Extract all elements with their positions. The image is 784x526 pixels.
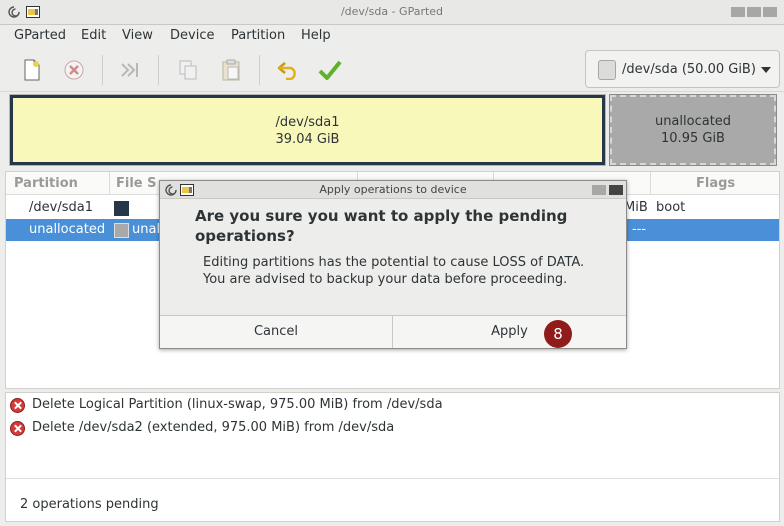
menu-partition[interactable]: Partition (231, 28, 285, 43)
menu-view[interactable]: View (122, 28, 153, 43)
cell-flags: boot (656, 200, 686, 215)
partition-block-name: /dev/sda1 (275, 115, 340, 130)
menu-bar: GParted Edit View Device Partition Help (0, 25, 784, 47)
delete-operation-icon (10, 421, 25, 436)
column-header-flags[interactable]: Flags (696, 176, 735, 191)
apply-button-label: Apply (491, 324, 528, 339)
paste-button[interactable] (217, 56, 245, 84)
paste-icon (222, 59, 240, 81)
close-window-button[interactable] (763, 7, 777, 17)
partition-block-sda1[interactable]: /dev/sda1 39.04 GiB (9, 94, 606, 166)
cell-partition: unallocated (29, 222, 106, 237)
new-partition-button[interactable] (18, 56, 46, 84)
toolbar-separator (102, 55, 103, 85)
minimize-button[interactable] (731, 7, 745, 17)
dialog-message-line: Editing partitions has the potential to … (203, 255, 585, 270)
resize-move-icon (121, 63, 138, 77)
new-document-icon (24, 59, 40, 81)
partition-block-name: unallocated (654, 114, 732, 129)
cell-partition: /dev/sda1 (29, 200, 93, 215)
copy-button[interactable] (174, 56, 202, 84)
status-text: 2 operations pending (20, 497, 159, 512)
operation-text: Delete Logical Partition (linux-swap, 97… (32, 397, 443, 412)
dialog-title: Apply operations to device (319, 183, 467, 196)
delete-partition-button[interactable] (60, 56, 88, 84)
menu-gparted[interactable]: GParted (14, 28, 66, 43)
partition-block-size: 39.04 GiB (275, 132, 340, 147)
device-selector[interactable]: /dev/sda (50.00 GiB) (585, 50, 780, 88)
column-divider (650, 172, 651, 195)
step-number-badge: 8 (544, 320, 572, 348)
filesystem-color-swatch (114, 223, 129, 238)
partition-block-unallocated[interactable]: unallocated 10.95 GiB (609, 94, 777, 166)
delete-operation-icon (10, 398, 25, 413)
dialog-close-button[interactable] (609, 185, 623, 195)
cell-size-tail: MiB (624, 200, 648, 215)
cancel-button-label: Cancel (253, 324, 299, 339)
menu-device[interactable]: Device (170, 28, 214, 43)
dialog-apply-button[interactable]: Apply (393, 316, 626, 348)
dialog-heading: Are you sure you want to apply the pendi… (195, 207, 568, 245)
copy-icon (179, 60, 197, 80)
dialog-button-bar: Cancel Apply 8 (160, 315, 626, 348)
apply-confirmation-dialog: Apply operations to device Are you sure … (159, 180, 627, 349)
divider (6, 478, 779, 479)
column-header-partition[interactable]: Partition (14, 176, 78, 191)
filesystem-color-swatch (114, 201, 129, 216)
delete-icon (64, 60, 84, 80)
menu-help[interactable]: Help (301, 28, 331, 43)
column-divider (109, 172, 110, 195)
undo-arrow-icon (277, 62, 296, 80)
column-header-filesystem[interactable]: File S (116, 176, 157, 191)
title-bar: /dev/sda - GParted (0, 0, 784, 25)
cell-filesystem: unal (132, 222, 161, 237)
partition-block-size: 10.95 GiB (661, 131, 725, 146)
operation-text: Delete /dev/sda2 (extended, 975.00 MiB) … (32, 420, 395, 435)
resize-move-button[interactable] (116, 56, 144, 84)
dialog-message-line: You are advised to backup your data befo… (203, 272, 568, 287)
pending-operations-pane: Delete Logical Partition (linux-swap, 97… (5, 392, 780, 522)
undo-button[interactable] (274, 56, 302, 84)
apply-button[interactable] (316, 56, 344, 84)
device-selector-label: /dev/sda (50.00 GiB) (622, 62, 756, 77)
window-title: /dev/sda - GParted (340, 5, 444, 18)
menu-edit[interactable]: Edit (81, 28, 106, 43)
toolbar-separator (158, 55, 159, 85)
dialog-title-bar: Apply operations to device (160, 181, 626, 199)
hard-disk-icon (598, 60, 616, 80)
cancel-button[interactable]: Cancel (160, 316, 393, 348)
chevron-down-icon (761, 67, 771, 73)
checkmark-icon (318, 60, 342, 80)
dialog-maximize-button[interactable] (592, 185, 606, 195)
cell-flags: --- (632, 222, 647, 237)
toolbar-separator (259, 55, 260, 85)
dialog-message: Editing partitions has the potential to … (203, 254, 613, 288)
maximize-button[interactable] (747, 7, 761, 17)
